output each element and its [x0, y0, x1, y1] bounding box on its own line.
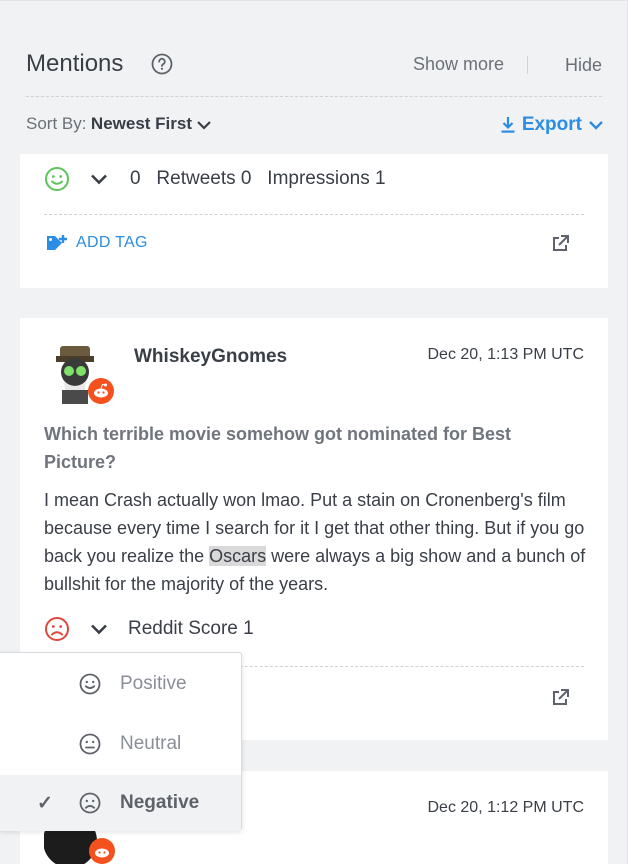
post-title: Which terrible movie somehow got nominat… — [44, 424, 512, 472]
header-divider — [527, 56, 528, 74]
add-tag-label: ADD TAG — [76, 234, 148, 251]
header-divider-dashed — [26, 96, 602, 97]
avatar[interactable] — [46, 342, 116, 406]
mentions-header: Mentions Show more Hide — [26, 50, 602, 80]
chevron-down-icon — [589, 121, 603, 130]
card-divider — [44, 214, 584, 215]
help-icon[interactable] — [151, 53, 173, 75]
neutral-face-icon — [79, 733, 101, 755]
mention-stats: Reddit Score 1 — [44, 616, 254, 642]
keyword-highlight: Oscars — [209, 546, 267, 566]
check-icon: ✓ — [37, 792, 53, 814]
mention-stats: 0 Retweets 0 Impressions 1 — [44, 166, 386, 192]
post-body: I mean Crash actually won lmao. Put a st… — [44, 486, 589, 598]
reddit-score: Reddit Score 1 — [128, 618, 254, 639]
export-button[interactable]: Export — [500, 114, 604, 136]
sentiment-option-positive[interactable]: Positive — [0, 656, 241, 712]
export-label: Export — [521, 114, 582, 135]
stats-text: 0 Retweets 0 Impressions 1 — [130, 168, 386, 189]
hide-button[interactable]: Hide — [565, 55, 602, 76]
chevron-down-icon[interactable] — [90, 623, 108, 635]
option-label: Negative — [120, 792, 200, 813]
frown-icon — [79, 792, 101, 814]
page-title: Mentions — [26, 50, 124, 77]
download-icon — [501, 117, 515, 133]
post-date: Dec 20, 1:12 PM UTC — [427, 799, 585, 816]
sort-value: Newest First — [90, 114, 193, 133]
sort-label: Sort By: — [26, 114, 87, 133]
option-label: Neutral — [120, 733, 182, 754]
sort-row: Sort By: Newest First Export — [26, 114, 604, 140]
tag-plus-icon — [47, 235, 67, 250]
sentiment-option-negative[interactable]: ✓ Negative — [0, 775, 241, 831]
sentiment-dropdown-menu: Positive Neutral ✓ Negative — [0, 652, 242, 831]
author-name[interactable]: WhiskeyGnomes — [134, 346, 287, 368]
option-label: Positive — [120, 673, 187, 694]
sort-dropdown[interactable]: Newest First — [91, 114, 212, 133]
mention-card: 0 Retweets 0 Impressions 1 ADD TAG — [20, 154, 608, 288]
external-link-icon[interactable] — [550, 688, 570, 708]
sentiment-option-neutral[interactable]: Neutral — [0, 716, 241, 772]
top-border — [0, 0, 628, 1]
post-date: Dec 20, 1:13 PM UTC — [427, 346, 585, 363]
add-tag-button[interactable]: ADD TAG — [46, 234, 148, 252]
chevron-down-icon — [197, 120, 211, 130]
show-more-button[interactable]: Show more — [413, 54, 504, 75]
smile-icon — [79, 673, 101, 695]
chevron-down-icon[interactable] — [90, 173, 108, 185]
smile-icon[interactable] — [44, 166, 70, 192]
external-link-icon[interactable] — [550, 234, 570, 254]
frown-icon[interactable] — [44, 616, 70, 642]
